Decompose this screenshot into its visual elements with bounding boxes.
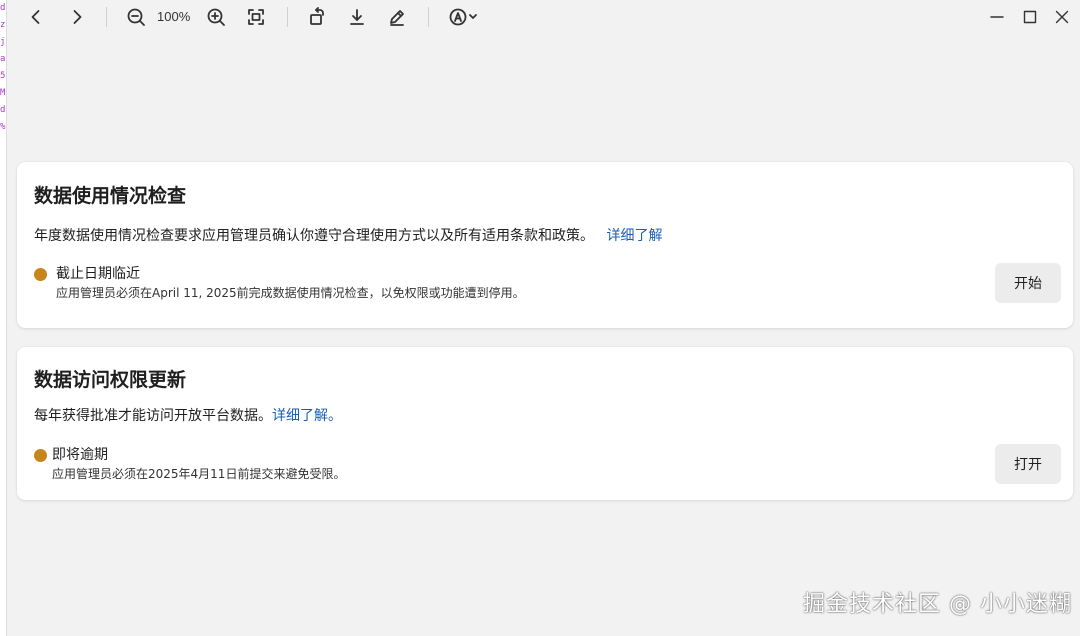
pdf-viewer-window: 100% 数据使用情况检查 年度数据使用情况检查要求应用管理员确认你遵守合理使用… xyxy=(6,0,1080,636)
download-icon[interactable] xyxy=(344,4,370,30)
status-dot xyxy=(34,268,47,281)
rotate-icon[interactable] xyxy=(304,4,330,30)
data-use-checkup-card: 数据使用情况检查 年度数据使用情况检查要求应用管理员确认你遵守合理使用方式以及所… xyxy=(17,162,1073,328)
open-button[interactable]: 打开 xyxy=(995,444,1061,484)
status-dot xyxy=(34,449,47,462)
card-title: 数据使用情况检查 xyxy=(34,185,187,207)
draw-icon[interactable] xyxy=(384,4,410,30)
chevron-right-icon[interactable] xyxy=(64,4,90,30)
zoom-level[interactable]: 100% xyxy=(157,9,190,24)
card-description-text: 每年获得批准才能访问开放平台数据。 xyxy=(34,408,272,424)
read-aloud-icon[interactable] xyxy=(445,4,481,30)
maximize-icon[interactable] xyxy=(1017,4,1043,30)
data-access-renewal-card: 数据访问权限更新 每年获得批准才能访问开放平台数据。详细了解。 即将逾期 应用管… xyxy=(17,347,1073,500)
toolbar-separator xyxy=(106,7,107,27)
start-button[interactable]: 开始 xyxy=(995,263,1061,303)
close-icon[interactable] xyxy=(1049,4,1075,30)
card-description: 年度数据使用情况检查要求应用管理员确认你遵守合理使用方式以及所有适用条款和政策。… xyxy=(34,225,662,245)
learn-more-link[interactable]: 详细了解 xyxy=(606,228,662,244)
zoom-out-icon[interactable] xyxy=(123,4,149,30)
status-detail: 应用管理员必须在2025年4月11日前提交来避免受限。 xyxy=(52,467,346,481)
status-detail: 应用管理员必须在April 11, 2025前完成数据使用情况检查，以免权限或功… xyxy=(56,286,525,300)
card-description-text: 年度数据使用情况检查要求应用管理员确认你遵守合理使用方式以及所有适用条款和政策。 xyxy=(34,228,594,244)
toolbar-separator xyxy=(287,7,288,27)
learn-more-link[interactable]: 详细了解。 xyxy=(272,408,342,424)
zoom-in-icon[interactable] xyxy=(203,4,229,30)
toolbar-separator xyxy=(428,7,429,27)
card-title: 数据访问权限更新 xyxy=(34,369,187,391)
minimize-icon[interactable] xyxy=(984,4,1010,30)
watermark-text: 掘金技术社区 @ 小小迷糊 xyxy=(803,592,1072,617)
card-description: 每年获得批准才能访问开放平台数据。详细了解。 xyxy=(34,405,342,425)
toolbar: 100% xyxy=(7,0,1081,34)
status-title: 截止日期临近 xyxy=(56,266,140,282)
chevron-left-icon[interactable] xyxy=(23,4,49,30)
fit-page-icon[interactable] xyxy=(243,4,269,30)
status-title: 即将逾期 xyxy=(52,447,108,463)
